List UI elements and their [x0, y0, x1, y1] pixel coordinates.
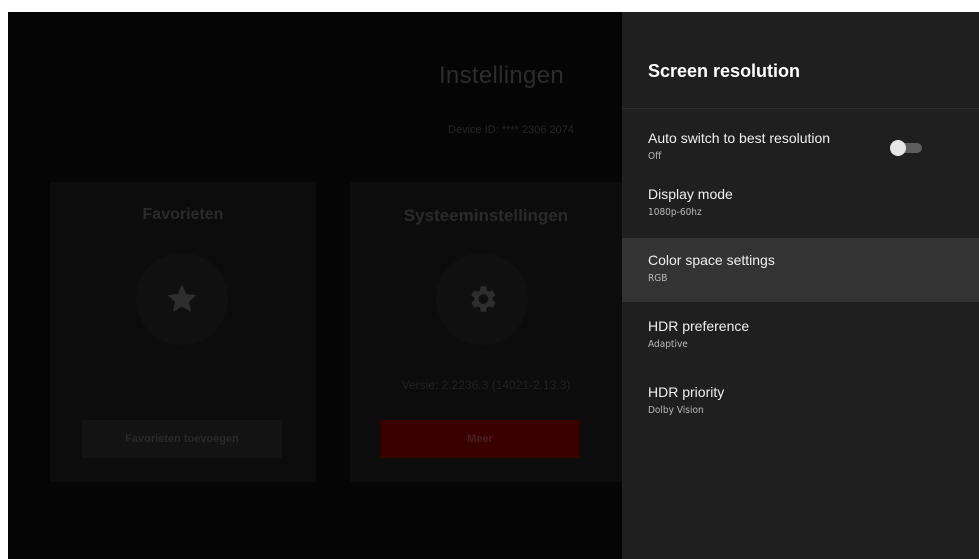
device-id-label: Device ID: **** 2306 2074 — [448, 124, 574, 136]
version-label: Versie: 2.2236.3 (14021-2.13.3) — [401, 378, 571, 392]
setting-hdr-priority[interactable]: HDR priority Dolby Vision — [622, 370, 979, 434]
setting-label: HDR preference — [648, 318, 750, 334]
add-favorites-button[interactable]: Favorieten toevoegen — [82, 420, 282, 458]
favorites-card: Favorieten Favorieten toevoegen — [50, 182, 316, 482]
setting-display-mode[interactable]: Display mode 1080p-60hz — [622, 172, 979, 236]
panel-title: Screen resolution — [648, 61, 801, 81]
setting-label: Auto switch to best resolution — [648, 130, 831, 146]
setting-value: RGB — [648, 273, 668, 284]
favorites-icon-circle — [136, 253, 228, 345]
setting-label: HDR priority — [648, 384, 725, 400]
setting-label: Display mode — [648, 186, 733, 202]
setting-label: Color space settings — [648, 252, 775, 268]
favorites-card-title: Favorieten — [142, 206, 224, 223]
setting-hdr-preference[interactable]: HDR preference Adaptive — [622, 304, 979, 368]
system-card-title: Systeeminstellingen — [403, 206, 569, 225]
screen-resolution-panel: Screen resolution Auto switch to best re… — [622, 12, 979, 559]
toggle-thumb — [890, 140, 906, 156]
setting-value: Dolby Vision — [648, 405, 704, 416]
auto-switch-toggle[interactable] — [890, 140, 922, 156]
star-icon — [167, 284, 197, 312]
setting-value: Adaptive — [648, 339, 688, 350]
page-title: Instellingen — [438, 62, 564, 89]
setting-color-space[interactable]: Color space settings RGB — [622, 238, 979, 302]
more-button[interactable]: Meer — [380, 420, 580, 458]
system-settings-card: Systeeminstellingen Versie: 2.2236.3 (14… — [350, 182, 622, 482]
background-settings-app: Instellingen Device ID: **** 2306 2074 F… — [8, 12, 622, 559]
setting-value: 1080p-60hz — [648, 207, 702, 218]
tv-screen: Instellingen Device ID: **** 2306 2074 F… — [8, 12, 979, 559]
system-icon-circle — [436, 253, 528, 345]
gear-icon — [471, 286, 496, 312]
setting-value: Off — [648, 151, 662, 162]
setting-auto-switch-resolution[interactable]: Auto switch to best resolution Off — [622, 116, 979, 180]
panel-divider — [622, 108, 979, 109]
